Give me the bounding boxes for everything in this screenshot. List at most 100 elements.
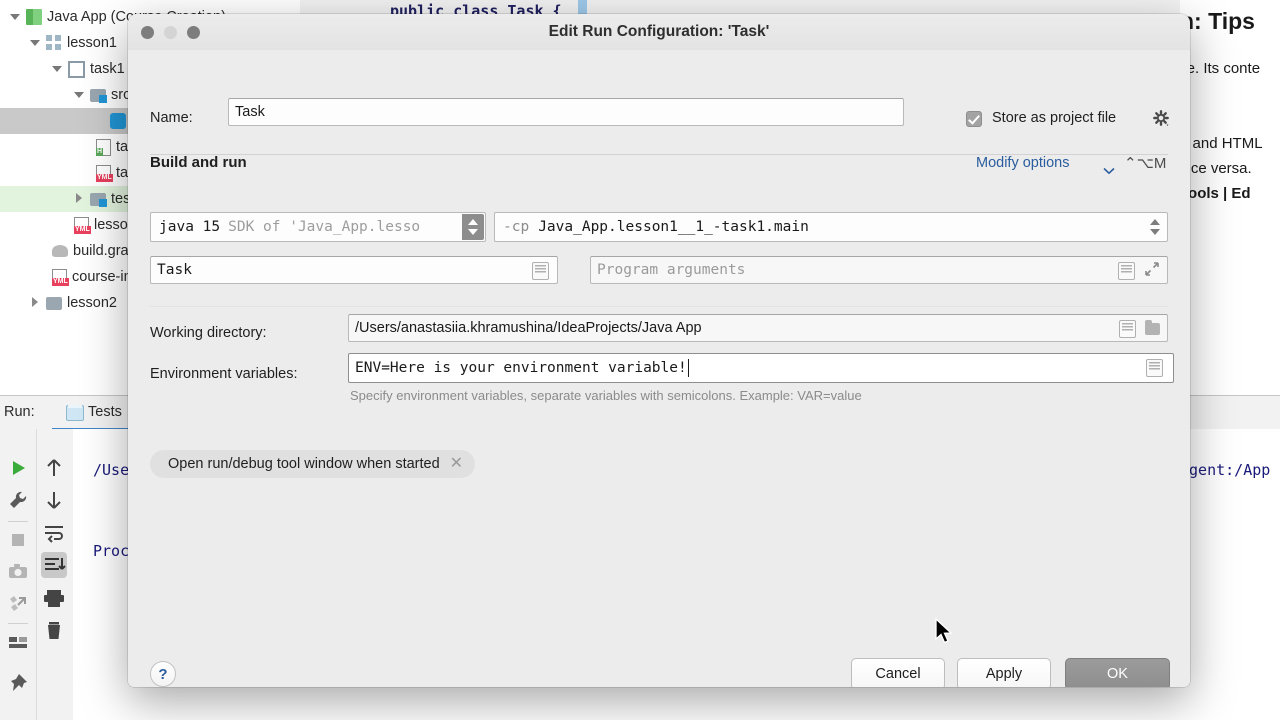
camera-icon[interactable] <box>5 559 31 585</box>
pin-icon[interactable] <box>5 670 31 696</box>
browse-folder-icon[interactable] <box>1145 320 1160 335</box>
environment-variables-value: ENV=Here is your environment variable! <box>355 360 687 376</box>
doc-line: vice versa. <box>1180 160 1252 177</box>
console-line-right: agent:/App <box>1180 461 1271 479</box>
up-arrow-icon[interactable] <box>41 455 67 481</box>
option-chip-label: Open run/debug tool window when started <box>168 456 440 472</box>
test-folder-icon <box>90 192 107 207</box>
twisty-down-icon[interactable] <box>52 63 64 75</box>
environment-variables-hint: Specify environment variables, separate … <box>350 388 862 403</box>
documentation-panel: n: Tips ile. Its conte n and HTML vice v… <box>1180 0 1280 395</box>
option-chip-open-run-debug-window[interactable]: Open run/debug tool window when started … <box>150 450 476 478</box>
source-folder-icon <box>90 88 107 103</box>
name-label: Name: <box>150 110 193 126</box>
modify-options-shortcut: ⌃⌥M <box>1124 155 1167 172</box>
yaml-file-icon: YML <box>96 164 113 182</box>
toolbar-divider <box>8 521 28 522</box>
ok-button[interactable]: OK <box>1065 658 1170 687</box>
twisty-down-icon[interactable] <box>30 37 42 49</box>
stop-icon[interactable] <box>5 527 31 553</box>
layout-icon[interactable] <box>5 629 31 655</box>
dialog-title: Edit Run Configuration: 'Task' <box>548 23 770 40</box>
program-arguments-placeholder: Program arguments <box>597 262 746 278</box>
twisty-down-icon[interactable] <box>10 11 22 23</box>
trash-icon[interactable] <box>41 617 67 643</box>
module-field-value: Task <box>157 262 192 278</box>
main-class-stepper[interactable] <box>1144 214 1166 240</box>
main-class-value: Java_App.lesson1__1_-task1.main <box>538 219 809 235</box>
jre-sdk-description: SDK of 'Java_App.lesso <box>228 219 421 235</box>
apply-button[interactable]: Apply <box>957 658 1051 687</box>
tests-tab-icon <box>66 405 84 421</box>
dialog-body: Name: Task Store as project file Build a… <box>128 50 1190 687</box>
tree-item-label: lesson2 <box>67 295 117 311</box>
expand-editor-icon[interactable] <box>1119 320 1136 338</box>
classpath-prefix: -cp <box>503 219 530 235</box>
modify-options-link[interactable]: Modify options <box>976 155 1070 171</box>
module-field[interactable]: Task <box>150 256 558 284</box>
twisty-right-icon[interactable] <box>74 193 86 205</box>
soft-wrap-icon[interactable] <box>41 519 67 545</box>
print-icon[interactable] <box>41 585 67 611</box>
doc-line: Tools | Ed <box>1180 185 1251 202</box>
java-class-icon <box>110 113 126 129</box>
store-as-project-file-checkbox[interactable] <box>966 111 982 127</box>
working-directory-value: /Users/anastasiia.khramushina/IdeaProjec… <box>355 320 702 336</box>
environment-variables-input[interactable]: ENV=Here is your environment variable! <box>348 353 1174 383</box>
tab-tests[interactable]: Tests <box>88 404 122 420</box>
working-directory-input[interactable]: /Users/anastasiia.khramushina/IdeaProjec… <box>348 314 1168 342</box>
task-icon <box>68 60 85 78</box>
program-arguments-input[interactable]: Program arguments <box>590 256 1168 284</box>
html-file-icon: H <box>96 138 111 156</box>
name-input-value: Task <box>235 104 265 120</box>
gradle-file-icon <box>52 245 68 257</box>
book-icon <box>26 9 42 25</box>
apply-button-label: Apply <box>985 666 1023 682</box>
expand-arrows-icon[interactable] <box>1144 261 1159 276</box>
yaml-file-icon: YML <box>52 268 69 286</box>
gear-icon[interactable] <box>1153 110 1171 128</box>
module-icon <box>46 35 62 51</box>
environment-variables-label: Environment variables: <box>150 366 298 382</box>
tree-item-label: task1 <box>90 61 125 77</box>
screen: public class Task { Java App (Course Cre… <box>0 0 1280 720</box>
expand-editor-icon[interactable] <box>532 262 549 280</box>
twisty-right-icon[interactable] <box>30 297 42 309</box>
tree-item-label: lesson1 <box>67 35 117 51</box>
run-icon[interactable] <box>5 455 31 481</box>
cancel-button-label: Cancel <box>875 666 921 682</box>
expand-editor-icon[interactable] <box>1118 262 1135 280</box>
doc-line: ile. Its conte <box>1180 60 1261 77</box>
divider <box>150 306 1168 307</box>
help-button-label: ? <box>158 665 168 683</box>
rerun-failed-tests-icon[interactable] <box>5 591 31 617</box>
close-icon[interactable]: ✕ <box>450 456 463 472</box>
edit-run-configuration-dialog: Edit Run Configuration: 'Task' Name: Tas… <box>128 14 1190 687</box>
help-button[interactable]: ? <box>150 661 176 687</box>
run-window-label: Run: <box>4 404 35 420</box>
chevron-down-icon[interactable] <box>1103 162 1115 180</box>
console-line: Proc <box>93 542 130 560</box>
expand-editor-icon[interactable] <box>1146 359 1163 377</box>
wrench-icon[interactable] <box>5 487 31 513</box>
text-caret <box>687 359 690 377</box>
cancel-button[interactable]: Cancel <box>851 658 945 687</box>
store-as-project-file-label: Store as project file <box>992 110 1117 126</box>
ok-button-label: OK <box>1107 666 1128 682</box>
build-and-run-title: Build and run <box>150 154 247 171</box>
doc-line: n and HTML <box>1180 135 1263 152</box>
doc-title: n: Tips <box>1180 8 1255 34</box>
twisty-down-icon[interactable] <box>74 89 86 101</box>
main-class-field[interactable]: -cp Java_App.lesson1__1_-task1.main <box>494 212 1168 242</box>
folder-icon <box>46 296 62 310</box>
scroll-to-end-icon[interactable] <box>41 552 67 578</box>
yaml-file-icon: YML <box>74 216 91 234</box>
name-input[interactable]: Task <box>228 98 904 126</box>
jre-value: java 15 <box>159 219 221 235</box>
down-arrow-icon[interactable] <box>41 487 67 513</box>
console-line: /Use <box>93 461 130 479</box>
jre-combo[interactable]: java 15 SDK of 'Java_App.lesso <box>150 212 486 242</box>
toolbar-divider <box>8 623 28 624</box>
dialog-title-bar: Edit Run Configuration: 'Task' <box>128 14 1190 51</box>
jre-combo-stepper[interactable] <box>462 214 484 240</box>
